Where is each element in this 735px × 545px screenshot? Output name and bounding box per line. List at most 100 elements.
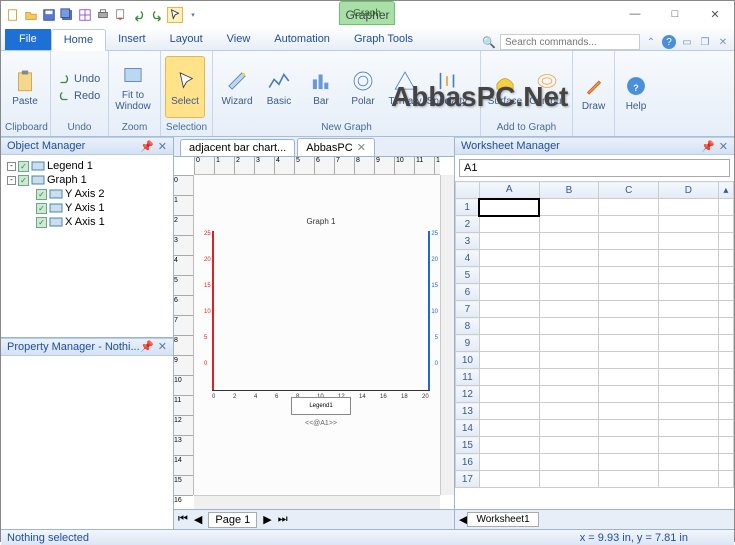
group-zoom-label: Zoom <box>113 121 156 134</box>
object-manager-header: Object Manager 📌✕ <box>1 137 173 155</box>
redo-icon[interactable] <box>149 7 165 23</box>
ribbon-tabbar: File Home Insert Layout View Automation … <box>1 29 734 51</box>
doc-tab-abbaspc[interactable]: AbbasPC✕ <box>297 138 375 156</box>
tab-graphtools[interactable]: Graph Tools <box>342 28 425 50</box>
legend[interactable]: Legend1 <box>291 397 351 415</box>
ws-nav-prev-icon[interactable]: ◀ <box>459 513 467 526</box>
print-icon[interactable] <box>95 7 111 23</box>
canvas-area: 0123456789101112131415 01234567891011121… <box>174 157 454 509</box>
page-nav-first-icon[interactable]: ⏮ <box>178 513 188 526</box>
search-icon: 🔍 <box>482 36 496 49</box>
page-nav-prev-icon[interactable]: ◀ <box>194 513 202 526</box>
grid-icon[interactable] <box>77 7 93 23</box>
window-close-icon[interactable]: ✕ <box>716 35 730 49</box>
cell-reference[interactable]: A1 <box>459 159 730 177</box>
maximize-button[interactable]: □ <box>662 5 688 23</box>
tab-layout[interactable]: Layout <box>158 28 215 50</box>
ternary-button[interactable]: Ternary <box>385 56 425 118</box>
group-newgraph-label: New Graph <box>217 121 476 134</box>
open-icon[interactable] <box>23 7 39 23</box>
close-tab-icon[interactable]: ✕ <box>357 141 366 154</box>
ruler-horizontal: 0123456789101112131415 <box>194 157 440 175</box>
worksheet-grid[interactable]: ABCD▴1234567891011121314151617 <box>455 181 734 509</box>
minimize-button[interactable]: — <box>622 5 648 23</box>
window-min-icon[interactable]: ▭ <box>680 35 694 49</box>
titlebar: ▾ Graph Grapher — □ ✕ <box>1 1 734 29</box>
statusbar: Nothing selected x = 9.93 in, y = 7.81 i… <box>1 529 734 545</box>
quick-access-toolbar: ▾ <box>1 5 205 25</box>
window-restore-icon[interactable]: ❐ <box>698 35 712 49</box>
tab-home[interactable]: Home <box>51 29 106 51</box>
file-tab[interactable]: File <box>5 28 51 50</box>
page-label[interactable]: Page 1 <box>208 512 257 528</box>
cursor-icon[interactable] <box>167 7 183 23</box>
redo-button[interactable]: Redo <box>55 88 102 104</box>
worksheet-tab-bar: ◀ Worksheet1 <box>455 509 734 529</box>
x-axis[interactable]: 02468101214161820 <box>212 390 430 391</box>
property-manager-body <box>1 356 173 530</box>
group-clipboard-label: Clipboard <box>5 121 46 134</box>
group-selection-label: Selection <box>165 121 208 134</box>
app-title: Grapher <box>345 8 389 22</box>
left-column: Object Manager 📌✕ -Legend 1-Graph 1Y Axi… <box>1 137 174 529</box>
tree-item[interactable]: X Axis 1 <box>3 215 171 229</box>
qat-more-icon[interactable]: ▾ <box>185 7 201 23</box>
save-icon[interactable] <box>41 7 57 23</box>
worksheet-manager-header: Worksheet Manager 📌✕ <box>455 137 734 155</box>
graph-canvas[interactable]: Graph 1 2520151050 2520151050 0246810121… <box>194 175 440 495</box>
tree-item[interactable]: -Legend 1 <box>3 159 171 173</box>
graph-plot[interactable]: Graph 1 2520151050 2520151050 0246810121… <box>208 231 434 421</box>
draw-button[interactable]: Draw <box>577 62 610 124</box>
close-panel-icon[interactable]: ✕ <box>719 140 728 153</box>
tab-automation[interactable]: Automation <box>262 28 342 50</box>
pin-icon[interactable]: 📌 <box>701 140 715 153</box>
surface-button[interactable]: Surface <box>485 56 525 118</box>
x-axis-label: <<@A1>> <box>208 420 434 427</box>
select-button[interactable]: Select <box>165 56 205 118</box>
tab-view[interactable]: View <box>215 28 263 50</box>
fit-window-button[interactable]: Fit to Window <box>113 56 153 118</box>
new-icon[interactable] <box>5 7 21 23</box>
center-column: adjacent bar chart... AbbasPC✕ 012345678… <box>174 137 454 529</box>
worksheet-tab[interactable]: Worksheet1 <box>467 512 538 527</box>
export-icon[interactable] <box>113 7 129 23</box>
scrollbar-vertical[interactable] <box>440 175 454 495</box>
wizard-button[interactable]: Wizard <box>217 56 257 118</box>
expand-icon[interactable]: ⌃ <box>644 35 658 49</box>
svg-text:?: ? <box>633 83 638 93</box>
page-nav-next-icon[interactable]: ▶ <box>263 513 271 526</box>
ribbon: Paste Clipboard Undo Redo Undo Fit to Wi… <box>1 51 734 137</box>
search-input[interactable] <box>500 34 640 50</box>
scrollbar-horizontal[interactable] <box>194 495 440 509</box>
page-nav-last-icon[interactable]: ⏭ <box>278 513 288 526</box>
doc-tab-adjacent[interactable]: adjacent bar chart... <box>180 139 295 156</box>
group-addgraph-label: Add to Graph <box>485 121 568 134</box>
pin-icon[interactable]: 📌 <box>140 340 154 353</box>
tree-item[interactable]: Y Axis 2 <box>3 187 171 201</box>
specialty-button[interactable]: Specialty <box>427 56 467 118</box>
contour-button[interactable]: Contour <box>527 56 567 118</box>
undo-icon[interactable] <box>131 7 147 23</box>
y-axis-2[interactable]: 2520151050 <box>426 231 430 391</box>
saveall-icon[interactable] <box>59 7 75 23</box>
undo-button[interactable]: Undo <box>55 71 102 87</box>
help-button[interactable]: ?Help <box>619 62 653 124</box>
tab-insert[interactable]: Insert <box>106 28 158 50</box>
tree-item[interactable]: Y Axis 1 <box>3 201 171 215</box>
close-panel-icon[interactable]: ✕ <box>158 140 167 153</box>
group-undo-label: Undo <box>55 121 104 134</box>
page-bar: ⏮ ◀ Page 1 ▶ ⏭ <box>174 509 454 529</box>
group-help-label <box>619 132 653 134</box>
bar-button[interactable]: Bar <box>301 56 341 118</box>
help-small-icon[interactable]: ? <box>662 35 676 49</box>
polar-button[interactable]: Polar <box>343 56 383 118</box>
close-panel-icon[interactable]: ✕ <box>158 340 167 353</box>
group-draw-label <box>577 132 610 134</box>
close-button[interactable]: ✕ <box>702 5 728 23</box>
object-tree[interactable]: -Legend 1-Graph 1Y Axis 2Y Axis 1X Axis … <box>1 155 173 338</box>
pin-icon[interactable]: 📌 <box>140 140 154 153</box>
paste-button[interactable]: Paste <box>5 56 45 118</box>
basic-button[interactable]: Basic <box>259 56 299 118</box>
y-axis-1[interactable]: 2520151050 <box>212 231 216 391</box>
tree-item[interactable]: -Graph 1 <box>3 173 171 187</box>
